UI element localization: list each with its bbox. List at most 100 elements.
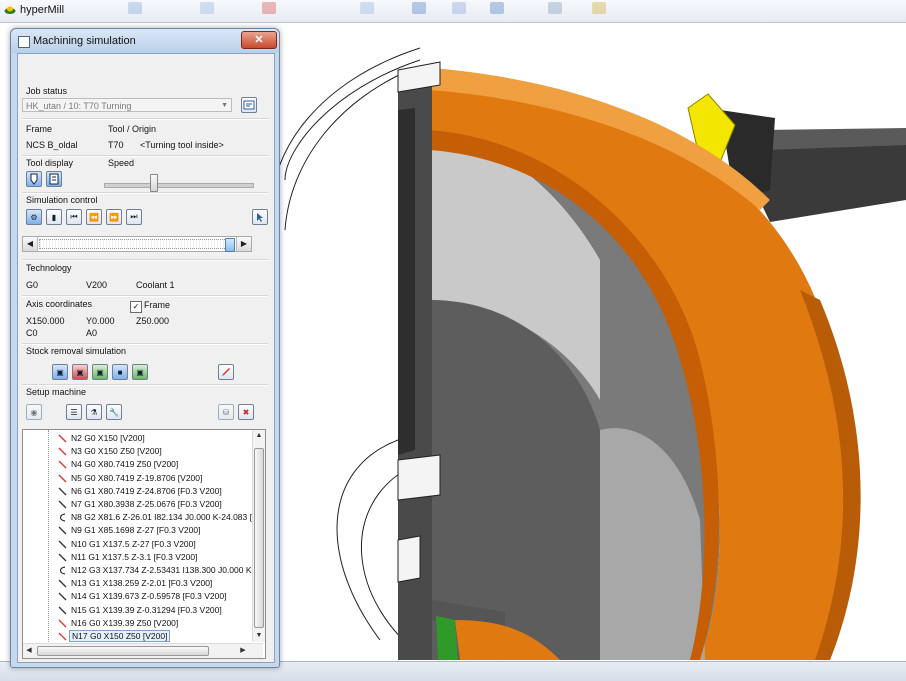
toolbar-icon[interactable] (360, 2, 374, 14)
go-to-start-button[interactable]: ⏮ (66, 209, 82, 225)
toolbar-icon[interactable] (412, 2, 426, 14)
nc-line-text: N8 G2 X81.6 Z-26.01 I82.134 J0.000 K-24.… (71, 512, 261, 523)
nc-line-row[interactable]: N14 G1 X139.673 Z-0.59578 [F0.3 V200] (23, 590, 259, 603)
scroll-left-icon[interactable]: ◀ (23, 644, 35, 658)
axis-z-value: Z50.000 (136, 316, 170, 326)
simulation-viewport[interactable] (280, 31, 906, 661)
job-refresh-button[interactable] (241, 97, 257, 113)
fast-forward-button[interactable]: ⏩ (106, 209, 122, 225)
toolbar-icon[interactable] (262, 2, 276, 14)
toolbar-icon[interactable] (128, 2, 142, 14)
simulation-position-scrollbar[interactable]: ◀ ▶ (22, 236, 252, 252)
speed-slider-thumb[interactable] (149, 174, 158, 192)
nc-line-text: N2 G0 X150 [V200] (71, 433, 145, 443)
stock-color-icon: ▣ (76, 367, 84, 377)
frame-value: NCS B_oldal (26, 140, 78, 150)
nc-code-list[interactable]: N2 G0 X150 [V200] N3 G0 X150 Z50 [V200] N4… (22, 429, 266, 659)
nc-line-row[interactable]: N9 G1 X85.1698 Z-27 [F0.3 V200] (23, 524, 259, 537)
nc-line-row[interactable]: N2 G0 X150 [V200] (23, 432, 259, 445)
scroll-left-icon[interactable]: ◀ (23, 237, 38, 251)
job-status-select[interactable]: HK_utan / 10: T70 Turning ▼ (22, 98, 232, 112)
linear-move-icon (58, 606, 67, 615)
sim-mode-button[interactable]: ⚙ (26, 209, 42, 225)
scroll-right-icon[interactable]: ▶ (236, 237, 251, 251)
go-to-end-button[interactable]: ⏭ (126, 209, 142, 225)
toolbar-icon[interactable] (452, 2, 466, 14)
stock-record-icon: ■ (117, 367, 123, 377)
nc-line-row[interactable]: N8 G2 X81.6 Z-26.01 I82.134 J0.000 K-24.… (23, 511, 261, 524)
nc-list-horizontal-scrollbar[interactable]: ◀ ▶ (23, 643, 263, 658)
setup-view-button[interactable]: ◉ (26, 404, 42, 420)
nc-line-row[interactable]: N3 G0 X150 Z50 [V200] (23, 445, 259, 458)
nc-line-text: N5 G0 X80.7419 Z-19.8706 [V200] (71, 472, 203, 483)
eye-icon: ◉ (30, 407, 38, 417)
stock-sim-button-3[interactable]: ▣ (92, 364, 108, 380)
nc-line-text: N4 G0 X80.7419 Z50 [V200] (71, 459, 179, 470)
nc-line-row[interactable]: N10 G1 X137.5 Z-27 [F0.3 V200] (23, 538, 259, 551)
arc-move-icon (59, 513, 66, 522)
linear-move-icon (58, 619, 67, 628)
linear-move-icon (58, 447, 67, 456)
nc-line-text: N3 G0 X150 Z50 [V200] (71, 446, 162, 457)
setup-fixture-button[interactable]: ⚗ (86, 404, 102, 420)
toolbar-icon[interactable] (490, 2, 504, 14)
stock-edit-button[interactable] (218, 364, 234, 380)
nc-line-row[interactable]: N13 G1 X138.259 Z-2.01 [F0.3 V200] (23, 577, 259, 590)
frame-checkbox-label: Frame (144, 300, 171, 310)
nc-line-row[interactable]: N17 G0 X150 Z50 [V200] (23, 630, 259, 643)
tool-display-button[interactable] (26, 171, 42, 187)
nc-line-row[interactable]: N16 G0 X139.39 Z50 [V200] (23, 617, 259, 630)
nc-line-row[interactable]: N5 G0 X80.7419 Z-19.8706 [V200] (23, 472, 259, 485)
toolbar-icon[interactable] (200, 2, 214, 14)
scroll-up-icon[interactable]: ▲ (253, 430, 265, 442)
vertical-scroll-thumb[interactable] (254, 448, 264, 628)
separator (22, 192, 268, 194)
stock-model-icon: ▣ (56, 367, 64, 377)
close-button[interactable]: ✕ (241, 31, 277, 49)
technology-g-value: G0 (26, 280, 39, 290)
nc-line-row[interactable]: N11 G1 X137.5 Z-3.1 [F0.3 V200] (23, 551, 259, 564)
toolbar-icon[interactable] (592, 2, 606, 14)
frame-checkbox[interactable]: ✓ (130, 301, 142, 313)
horizontal-scroll-thumb[interactable] (37, 646, 209, 656)
tool-value: T70 (108, 140, 124, 150)
rewind-button[interactable]: ⏪ (86, 209, 102, 225)
setup-list-button[interactable]: ☰ (66, 404, 82, 420)
setup-delete-button[interactable]: ✖ (238, 404, 254, 420)
stock-sim-button-1[interactable]: ▣ (52, 364, 68, 380)
nc-line-row[interactable]: N4 G0 X80.7419 Z50 [V200] (23, 458, 259, 471)
toolbar-icon[interactable] (548, 2, 562, 14)
nc-line-text: N17 G0 X150 Z50 [V200] (69, 630, 171, 642)
linear-move-icon (58, 474, 67, 483)
stock-removal-label: Stock removal simulation (26, 346, 127, 356)
stock-sim-button-2[interactable]: ▣ (72, 364, 88, 380)
simulation-position-thumb[interactable] (225, 238, 236, 252)
nc-line-row[interactable]: N12 G3 X137.734 Z-2.53431 I138.300 J0.00… (23, 564, 259, 577)
separator (22, 295, 268, 297)
nc-line-row[interactable]: N7 G1 X80.3938 Z-25.0676 [F0.3 V200] (23, 498, 259, 511)
stock-sim-button-5[interactable]: ▣ (132, 364, 148, 380)
wrench-icon: 🔧 (109, 407, 119, 417)
speed-slider-track[interactable] (104, 183, 254, 188)
scroll-down-icon[interactable]: ▼ (253, 630, 265, 642)
stop-button[interactable]: ▮ (46, 209, 62, 225)
tool-icon (30, 173, 38, 185)
nc-line-text: N14 G1 X139.673 Z-0.59578 [F0.3 V200] (71, 591, 227, 602)
setup-machine-button[interactable]: ⛁ (218, 404, 234, 420)
simulation-track[interactable] (39, 239, 235, 249)
chevron-down-icon: ▼ (221, 102, 228, 109)
scroll-right-icon[interactable]: ▶ (237, 644, 249, 658)
setup-wrench-button[interactable]: 🔧 (106, 404, 122, 420)
nc-line-row[interactable]: N6 G1 X80.7419 Z-24.8706 [F0.3 V200] (23, 485, 259, 498)
delete-icon: ✖ (242, 407, 250, 417)
sim-mode-icon: ⚙ (30, 212, 38, 222)
step-button[interactable] (252, 209, 268, 225)
nc-line-text: N16 G0 X139.39 Z50 [V200] (71, 617, 179, 628)
tool-holder-display-button[interactable] (46, 171, 62, 187)
go-to-end-icon: ⏭ (130, 212, 138, 221)
nc-list-vertical-scrollbar[interactable]: ▲ ▼ (252, 430, 265, 642)
nc-line-row[interactable]: N15 G1 X139.39 Z-0.31294 [F0.3 V200] (23, 604, 259, 617)
nc-line-text: N10 G1 X137.5 Z-27 [F0.3 V200] (71, 538, 196, 549)
job-status-value: HK_utan / 10: T70 Turning (26, 101, 132, 111)
stock-sim-button-4[interactable]: ■ (112, 364, 128, 380)
